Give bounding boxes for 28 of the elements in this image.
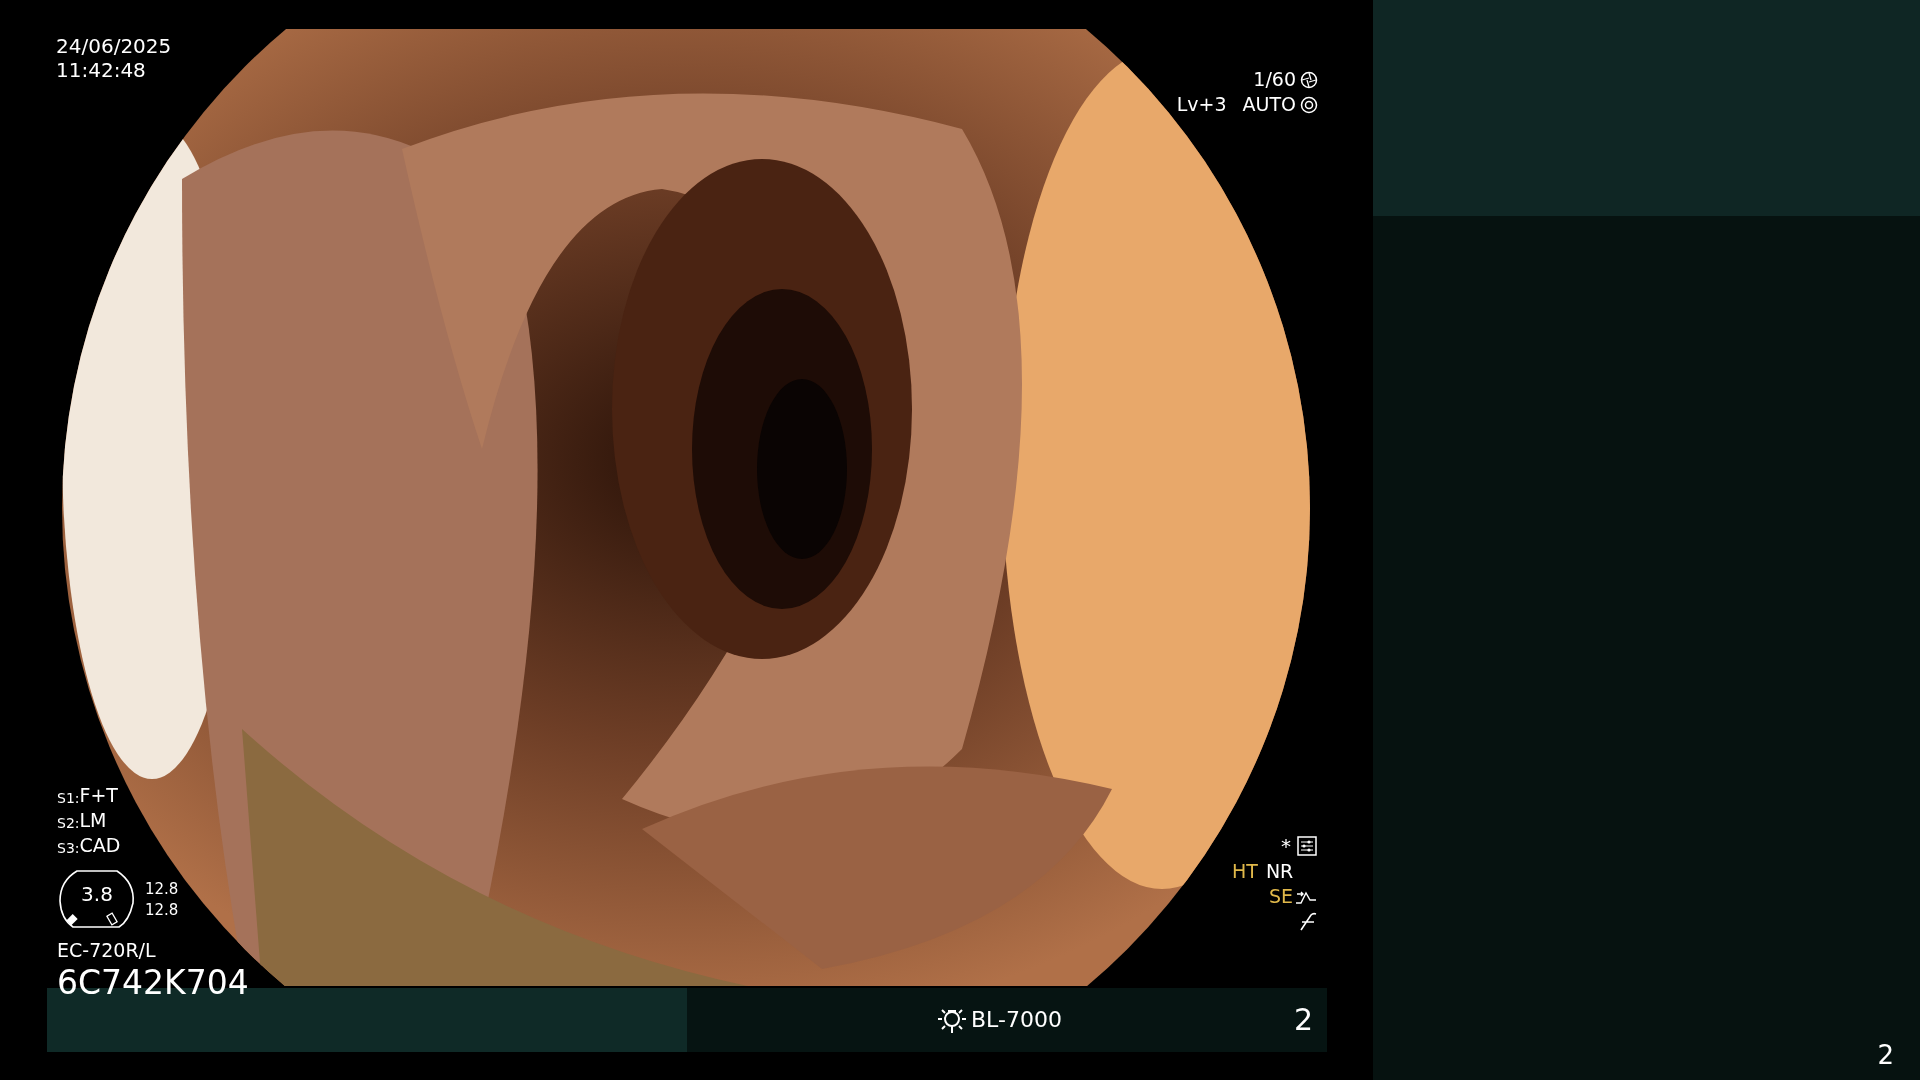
setting-value: F+T [79, 786, 118, 805]
channel-number: 2 [1877, 1042, 1894, 1068]
setting-label: S3: [57, 841, 80, 855]
gauge-value: 3.8 [81, 884, 113, 904]
scope-model: EC-720R/L [57, 941, 157, 960]
setting-label: S2: [57, 816, 80, 830]
gauge-reading: 12.8 [145, 882, 179, 897]
exposure-mode: AUTO [1242, 95, 1296, 114]
setting-value: LM [79, 811, 107, 830]
lamp-icon [937, 1006, 967, 1034]
gauge-reading: 12.8 [145, 903, 179, 918]
aperture-icon [1300, 95, 1318, 114]
asterisk-mark: * [1281, 836, 1291, 856]
enhancement-indicator: SE [1268, 887, 1293, 906]
shutter-icon [1300, 70, 1318, 89]
function-icon [1297, 912, 1317, 932]
scope-serial: 6C742K704 [57, 966, 249, 999]
mode-indicator: HT [1232, 862, 1258, 881]
channel-number: 2 [1293, 1005, 1313, 1035]
mode-indicator: NR [1265, 862, 1294, 881]
setting-label: S1: [57, 791, 80, 805]
shutter-speed: 1/60 [1253, 70, 1296, 89]
exposure-level: Lv+3 [1176, 95, 1227, 114]
setting-value: CAD [79, 836, 121, 855]
settings-icon [1297, 836, 1317, 856]
time-text: 11:42:48 [56, 60, 147, 80]
light-source-label: BL-7000 [971, 1009, 1062, 1031]
date-text: 24/06/2025 [56, 36, 172, 56]
